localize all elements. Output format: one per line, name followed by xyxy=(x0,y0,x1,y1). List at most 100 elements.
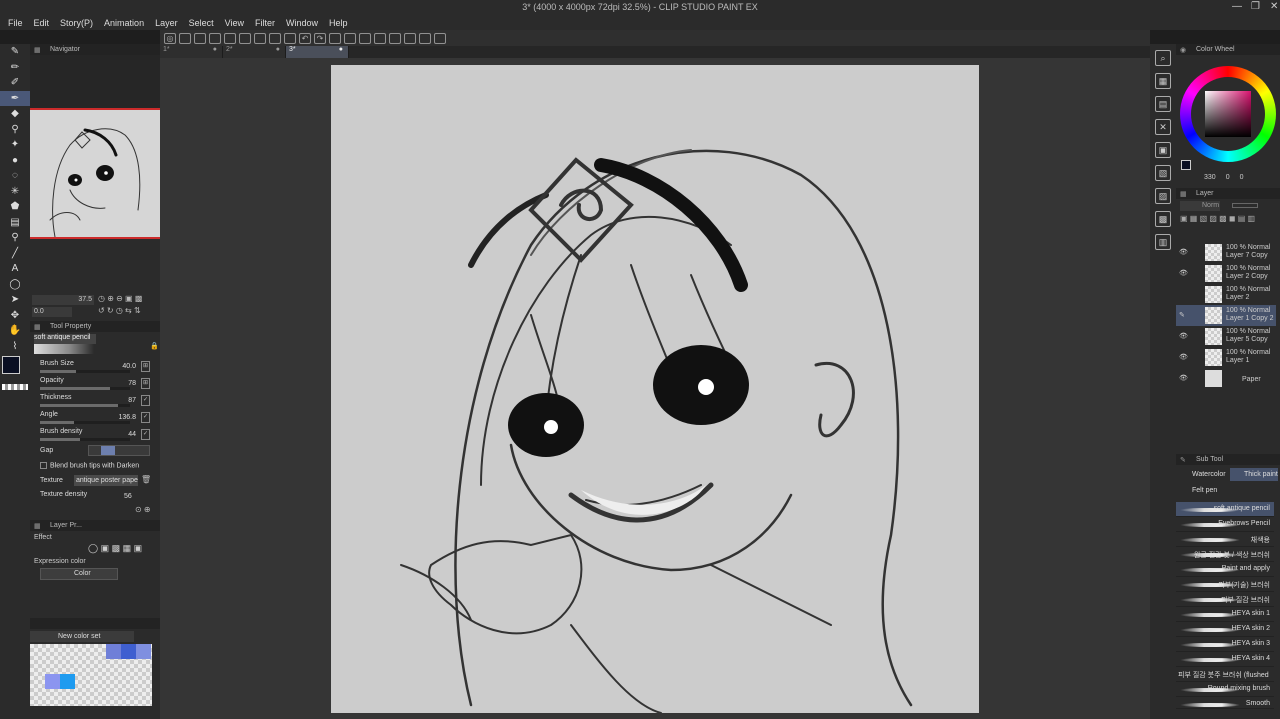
zoom-slider[interactable]: 37.5 xyxy=(32,295,94,305)
layer-name[interactable]: Layer 5 Copy xyxy=(1226,336,1268,343)
balloon-tool-icon[interactable]: ◯ xyxy=(0,277,30,293)
save-icon[interactable] xyxy=(209,32,221,44)
transform-icon[interactable] xyxy=(284,32,296,44)
brush-item[interactable]: Eyebrows Pencil xyxy=(1176,517,1274,532)
show-selection-icon[interactable] xyxy=(389,32,401,44)
timeline-icon[interactable]: ▩ xyxy=(1155,211,1171,227)
brush-item[interactable]: HEYA skin 4 xyxy=(1176,652,1274,667)
tool-settings-icons[interactable]: ⊙ ⊕ xyxy=(135,505,151,514)
layer-row-selected[interactable]: ✎ 100 % Normal Layer 1 Copy 2 xyxy=(1176,305,1276,326)
fill-icon[interactable] xyxy=(269,32,281,44)
layer-name[interactable]: Layer 7 Copy xyxy=(1226,252,1268,259)
brush-item[interactable]: 피부(기술) 브러쉬 xyxy=(1176,577,1274,592)
clear-outside-icon[interactable] xyxy=(254,32,266,44)
line-tool-icon[interactable]: ╱ xyxy=(0,246,30,262)
main-color-swatch[interactable] xyxy=(2,356,20,374)
decoration-tool-icon[interactable]: ✦ xyxy=(0,137,30,153)
color-swatch[interactable] xyxy=(45,674,60,689)
opacity-slider[interactable] xyxy=(1232,203,1258,208)
angle-row[interactable]: Angle 136.8 ✓ xyxy=(30,411,152,428)
lasso-tool-icon[interactable]: ◌ xyxy=(0,168,30,184)
visibility-eye-icon[interactable]: 👁 xyxy=(1179,353,1188,361)
tab-close-icon[interactable]: ● xyxy=(213,46,217,53)
tab-close-icon[interactable]: ● xyxy=(339,46,343,53)
angle-value[interactable]: 136.8 xyxy=(118,414,136,421)
material-icon[interactable]: ▦ xyxy=(1155,73,1171,89)
menu-animation[interactable]: Animation xyxy=(104,16,144,30)
layer-name[interactable]: Layer 2 xyxy=(1226,294,1249,301)
texture-density-value[interactable]: 56 xyxy=(124,493,132,500)
new-file-icon[interactable] xyxy=(179,32,191,44)
airbrush-tool-icon[interactable]: ⚲ xyxy=(0,122,30,138)
visibility-eye-icon[interactable]: 👁 xyxy=(1179,374,1188,382)
pressure-settings-icon[interactable]: ⊞ xyxy=(141,361,150,372)
hand-tool-icon[interactable]: ✋ xyxy=(0,323,30,339)
brush-size-value[interactable]: 40.0 xyxy=(122,363,136,370)
blend-tool-icon[interactable]: ● xyxy=(0,153,30,169)
brush-item[interactable]: 피부 질감 붓주 브러쉬 (flushed ski xyxy=(1176,667,1274,682)
text-tool-icon[interactable]: A xyxy=(0,261,30,277)
gradient-tool-icon[interactable]: ▤ xyxy=(0,215,30,231)
undo-icon[interactable]: ↶ xyxy=(299,32,311,44)
menu-window[interactable]: Window xyxy=(286,16,318,30)
close-icon[interactable]: ✕ xyxy=(1270,1,1278,12)
tab-document-3[interactable]: 3* ● xyxy=(286,46,349,58)
transparent-color-icon[interactable] xyxy=(2,384,28,390)
layer-row[interactable]: 👁 100 % Normal Layer 7 Copy xyxy=(1176,242,1276,263)
zoom-controls[interactable]: ◷ ⊕ ⊖ ▣ ▩ xyxy=(98,294,142,303)
color-swatch[interactable] xyxy=(121,644,136,659)
snap-ruler-icon[interactable] xyxy=(434,32,446,44)
layer-toolbar-icons[interactable]: ▣ ▦ ▧ ▨ ▩ ◼ ▤ ▥ xyxy=(1180,214,1255,223)
color-set-dropdown[interactable]: New color set xyxy=(30,631,134,642)
color-values[interactable]: 330 0 0 xyxy=(1204,174,1244,181)
layer-name[interactable]: Layer 1 xyxy=(1226,357,1249,364)
invert-selection-icon[interactable] xyxy=(344,32,356,44)
trash-icon[interactable]: 🗑 xyxy=(141,475,151,484)
brush-size-row[interactable]: Brush Size 40.0 ⊞ xyxy=(30,360,152,377)
brush-item[interactable]: Smooth xyxy=(1176,697,1274,709)
menu-select[interactable]: Select xyxy=(189,16,214,30)
effect-icons[interactable]: ◯ ▣ ▩ ▦ ▣ xyxy=(88,543,142,554)
redo-icon[interactable]: ↷ xyxy=(314,32,326,44)
lock-icon[interactable]: 🔒 xyxy=(150,342,159,350)
auto-action-icon[interactable]: ▥ xyxy=(1155,234,1171,250)
color-swatch[interactable] xyxy=(136,644,151,659)
layer-name[interactable]: Layer 2 Copy xyxy=(1226,273,1268,280)
clear-layer-icon[interactable] xyxy=(239,32,251,44)
move-layer-icon[interactable]: ✥ xyxy=(0,308,30,324)
clip-studio-icon[interactable]: ◎ xyxy=(164,32,176,44)
crop-icon[interactable] xyxy=(359,32,371,44)
menu-view[interactable]: View xyxy=(225,16,244,30)
brush-item[interactable]: 원근 질감 붓 / 색상 브러쉬 xyxy=(1176,547,1274,562)
navigator-preview[interactable] xyxy=(30,108,160,239)
rotation-controls[interactable]: ↺ ↻ ◷ ⇆ ⇅ xyxy=(98,306,141,315)
layer-name[interactable]: Layer 1 Copy 2 xyxy=(1226,315,1273,322)
marker-tool-icon[interactable]: ✐ xyxy=(0,75,30,91)
visibility-eye-icon[interactable]: 👁 xyxy=(1179,248,1188,256)
layer-row[interactable]: 100 % Normal Layer 2 xyxy=(1176,284,1276,305)
brush-item[interactable]: HEYA skin 1 xyxy=(1176,607,1274,622)
tab-close-icon[interactable]: ● xyxy=(276,46,280,53)
image-icon[interactable]: ▧ xyxy=(1155,165,1171,181)
check-icon[interactable]: ✓ xyxy=(141,412,150,423)
fill-tool-icon[interactable]: ⬟ xyxy=(0,199,30,215)
current-color-swatch[interactable] xyxy=(1181,160,1191,170)
eyedropper-tool-icon[interactable]: ⌇ xyxy=(0,339,30,355)
rotation-slider[interactable]: 0.0 xyxy=(32,307,72,317)
visibility-eye-icon[interactable]: 👁 xyxy=(1179,269,1188,277)
pencil-tool-icon[interactable]: ✏ xyxy=(0,60,30,76)
layer-row[interactable]: 👁 100 % Normal Layer 2 Copy xyxy=(1176,263,1276,284)
brush-density-row[interactable]: Brush density 44 ✓ xyxy=(30,428,152,445)
check-icon[interactable]: ✓ xyxy=(141,429,150,440)
tab-document-1[interactable]: 1* ● xyxy=(160,46,223,58)
thickness-row[interactable]: Thickness 87 ✓ xyxy=(30,394,152,411)
brush-item[interactable]: HEYA skin 3 xyxy=(1176,637,1274,652)
zoom-tool-icon[interactable]: ⚲ xyxy=(0,230,30,246)
auto-select-icon[interactable]: ✳ xyxy=(0,184,30,200)
open-folder-icon[interactable] xyxy=(194,32,206,44)
library-icon[interactable]: ▤ xyxy=(1155,96,1171,112)
saturation-value-box[interactable] xyxy=(1205,91,1251,137)
thickness-slider[interactable] xyxy=(40,404,130,407)
drawing-canvas[interactable] xyxy=(331,65,979,713)
selection-pen-icon[interactable] xyxy=(374,32,386,44)
